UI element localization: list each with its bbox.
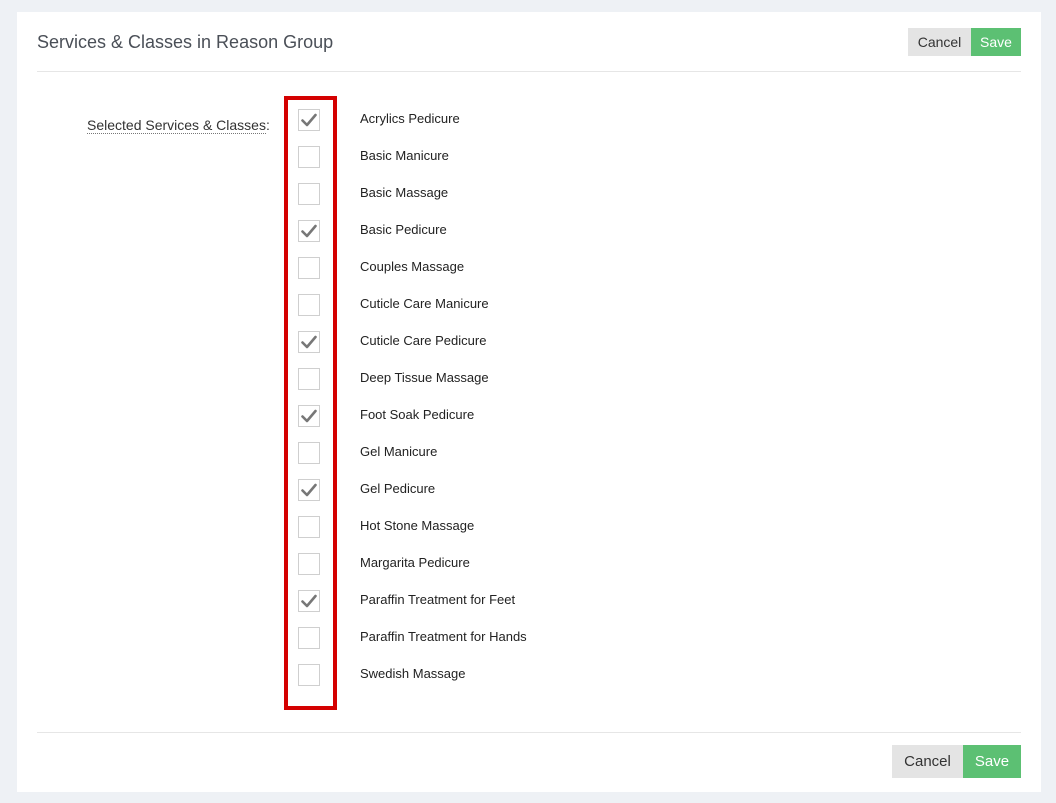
checkmark-icon (301, 594, 317, 608)
service-option-label: Acrylics Pedicure (360, 111, 460, 126)
service-option-row: Acrylics Pedicure (17, 109, 617, 146)
footer-actions: Cancel Save (892, 745, 1021, 778)
service-option-row: Deep Tissue Massage (17, 368, 617, 405)
service-option-label: Basic Massage (360, 185, 449, 200)
service-option-row: Foot Soak Pedicure (17, 405, 617, 442)
service-option-row: Basic Massage (17, 183, 617, 220)
service-option-label: Cuticle Care Manicure (360, 296, 489, 311)
service-option-row: Margarita Pedicure (17, 553, 617, 590)
service-option-label: Deep Tissue Massage (360, 370, 489, 385)
service-option-row: Paraffin Treatment for Feet (17, 590, 617, 627)
service-option-label: Paraffin Treatment for Hands (360, 629, 527, 644)
panel-header: Services & Classes in Reason Group Cance… (37, 12, 1021, 72)
cancel-button-top[interactable]: Cancel (908, 28, 971, 56)
service-checkbox[interactable] (298, 109, 320, 131)
service-option-row: Couples Massage (17, 257, 617, 294)
service-option-label: Couples Massage (360, 259, 465, 274)
service-checkbox[interactable] (298, 220, 320, 242)
panel-footer: Cancel Save (37, 732, 1021, 792)
service-option-label: Basic Manicure (360, 148, 449, 163)
service-option-row: Gel Pedicure (17, 479, 617, 516)
service-checkbox[interactable] (298, 183, 320, 205)
service-option-label: Hot Stone Massage (360, 518, 475, 533)
service-checkbox[interactable] (298, 590, 320, 612)
service-option-label: Gel Pedicure (360, 481, 436, 496)
service-option-row: Gel Manicure (17, 442, 617, 479)
service-checkbox[interactable] (298, 257, 320, 279)
service-option-row: Cuticle Care Pedicure (17, 331, 617, 368)
checkmark-icon (301, 409, 317, 423)
service-checkbox[interactable] (298, 146, 320, 168)
service-option-label: Paraffin Treatment for Feet (360, 592, 516, 607)
service-checkbox[interactable] (298, 294, 320, 316)
service-option-row: Basic Pedicure (17, 220, 617, 257)
service-checkbox[interactable] (298, 479, 320, 501)
page-title: Services & Classes in Reason Group (37, 32, 334, 52)
checkmark-icon (301, 335, 317, 349)
service-option-label: Gel Manicure (360, 444, 438, 459)
service-checkbox[interactable] (298, 516, 320, 538)
service-checkbox[interactable] (298, 331, 320, 353)
service-option-row: Swedish Massage (17, 664, 617, 701)
service-checkbox[interactable] (298, 664, 320, 686)
service-option-label: Cuticle Care Pedicure (360, 333, 487, 348)
service-option-label: Margarita Pedicure (360, 555, 470, 570)
service-option-row: Basic Manicure (17, 146, 617, 183)
service-checkbox[interactable] (298, 553, 320, 575)
checkmark-icon (301, 483, 317, 497)
checkmark-icon (301, 224, 317, 238)
service-option-row: Cuticle Care Manicure (17, 294, 617, 331)
service-option-row: Paraffin Treatment for Hands (17, 627, 617, 664)
service-checkbox[interactable] (298, 405, 320, 427)
service-checkbox[interactable] (298, 442, 320, 464)
service-option-label: Swedish Massage (360, 666, 466, 681)
save-button-top[interactable]: Save (971, 28, 1021, 56)
service-option-label: Foot Soak Pedicure (360, 407, 475, 422)
reason-group-panel: Services & Classes in Reason Group Cance… (17, 12, 1041, 792)
checkmark-icon (301, 113, 317, 127)
service-option-label: Basic Pedicure (360, 222, 447, 237)
header-actions: Cancel Save (908, 28, 1021, 56)
cancel-button-bottom[interactable]: Cancel (892, 745, 963, 778)
service-checkbox[interactable] (298, 627, 320, 649)
save-button-bottom[interactable]: Save (963, 745, 1021, 778)
service-checkbox[interactable] (298, 368, 320, 390)
service-option-row: Hot Stone Massage (17, 516, 617, 553)
